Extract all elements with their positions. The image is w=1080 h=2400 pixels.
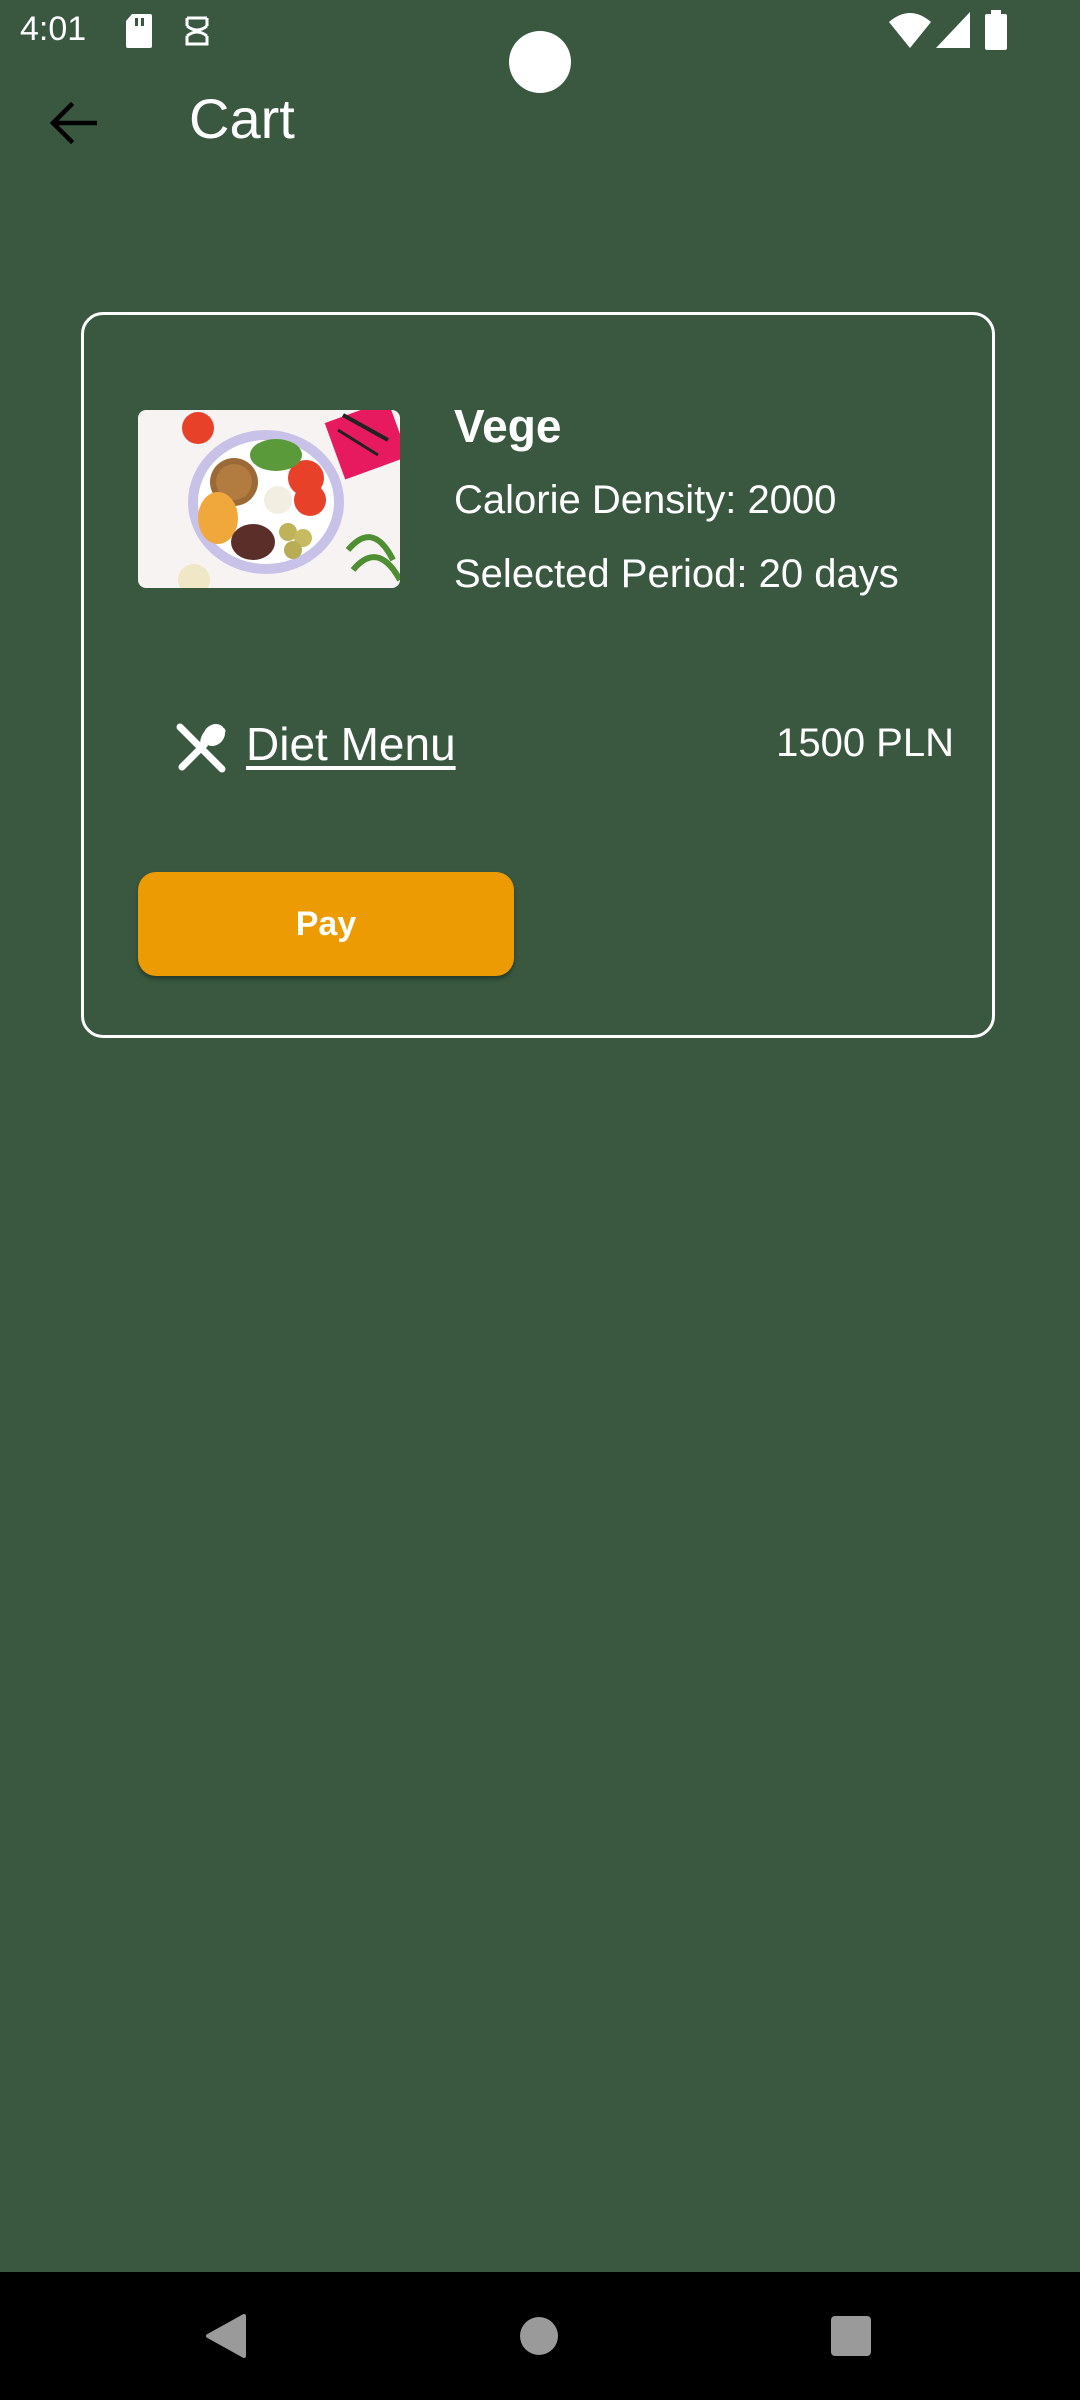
product-name: Vege bbox=[454, 400, 562, 452]
signal-icon bbox=[936, 12, 970, 53]
app-bar: Cart bbox=[0, 64, 1080, 180]
price: 1500 PLN bbox=[776, 721, 954, 765]
nav-recents-icon[interactable] bbox=[831, 2316, 871, 2356]
status-time: 4:01 bbox=[20, 10, 87, 48]
page-title: Cart bbox=[189, 87, 295, 150]
cart-item-card: Vege Calorie Density: 2000 Selected Peri… bbox=[81, 312, 995, 1038]
sim-toolkit-icon bbox=[182, 14, 212, 53]
arrow-left-icon bbox=[49, 102, 97, 144]
wifi-icon bbox=[889, 12, 931, 53]
calorie-density: Calorie Density: 2000 bbox=[454, 478, 837, 522]
battery-icon bbox=[985, 10, 1007, 55]
sd-card-icon bbox=[126, 14, 152, 53]
back-button[interactable] bbox=[36, 86, 110, 160]
cutlery-icon bbox=[174, 721, 228, 775]
diet-menu-link[interactable]: Diet Menu bbox=[246, 717, 456, 771]
diet-menu-row: Diet Menu 1500 PLN bbox=[174, 715, 954, 779]
system-nav-bar bbox=[0, 2272, 1080, 2400]
nav-back-icon[interactable] bbox=[204, 2314, 246, 2363]
nav-home-icon[interactable] bbox=[520, 2317, 558, 2355]
selected-period: Selected Period: 20 days bbox=[454, 552, 899, 596]
pay-button[interactable]: Pay bbox=[138, 872, 514, 976]
product-image bbox=[138, 410, 400, 588]
food-plate-image bbox=[138, 410, 400, 588]
